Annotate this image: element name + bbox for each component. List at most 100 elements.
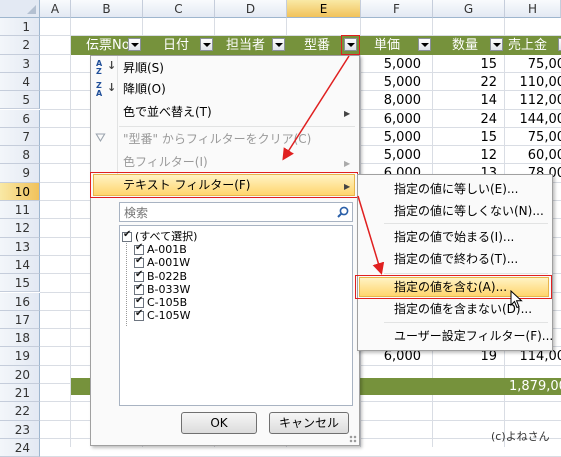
row-header[interactable]: 24 [0,438,40,457]
filter-value-label: B-033W [147,282,191,296]
row-header[interactable]: 9 [0,164,40,183]
filter-dropdown-tanka[interactable] [418,38,431,51]
cell-qty[interactable]: 12 [433,147,497,164]
active-filter-highlight [341,35,360,55]
cell-qty[interactable]: 22 [433,74,497,91]
checkbox[interactable] [134,282,144,295]
checkbox[interactable] [134,295,144,308]
row-header[interactable]: 8 [0,146,40,165]
row-header[interactable]: 4 [0,72,40,92]
sort-by-color-item[interactable]: 色で並べ替え(T) [123,102,212,122]
row-header[interactable]: 14 [0,255,40,275]
select-all-corner[interactable] [0,0,40,18]
sort-asc-icon: A Z ↓ [96,59,117,76]
row-header[interactable]: 23 [0,420,40,439]
row-header[interactable]: 5 [0,91,40,110]
row-header[interactable]: 18 [0,329,40,348]
row-header[interactable]: 1 [0,18,40,37]
cell-price[interactable]: 5,000 [361,56,421,73]
submenu-item[interactable]: 指定の値で終わる(T)... [394,249,518,269]
col-header-c[interactable]: C [143,0,215,18]
col-header-f[interactable]: F [361,0,433,18]
row-header[interactable]: 20 [0,365,40,384]
submenu-item[interactable]: 指定の値で始まる(I)... [394,227,514,247]
filter-dropdown-suryo[interactable] [490,38,503,51]
clear-filter-item[interactable]: "型番" からフィルターをクリア(C) [123,129,311,149]
color-filter-item[interactable]: 色フィルター(I) [123,152,208,172]
row-header[interactable]: 16 [0,292,40,311]
cell-qty[interactable]: 24 [433,111,497,128]
col-header-d[interactable]: D [215,0,287,18]
header-suryo: 数量 [452,38,479,53]
filter-value-label: (すべて選択) [135,230,198,243]
submenu-arrow-icon: ▶ [344,109,351,118]
clear-filter-icon: ⛛ [95,131,106,146]
header-date: 日付 [163,38,190,53]
cell-price[interactable]: 8,000 [361,92,421,109]
col-header-h[interactable]: H [505,0,561,18]
cell-price[interactable]: 6,000 [361,111,421,128]
checkbox[interactable] [134,269,144,282]
filter-dropdown-denpyo[interactable] [128,38,141,51]
mouse-cursor-icon [510,290,523,309]
cell-price[interactable]: 5,000 [361,129,421,146]
row-header[interactable]: 15 [0,274,40,293]
cell-qty[interactable]: 15 [433,56,497,73]
resize-grip-icon[interactable] [349,435,357,443]
total-value: 1,879,00 [509,379,561,394]
submenu-item[interactable]: 指定の値を含む(A)... [394,277,507,297]
submenu-item[interactable]: 指定の値に等しい(E)... [394,179,518,199]
row-header[interactable]: 2 [0,36,40,55]
search-input[interactable] [122,204,326,221]
checkbox[interactable] [122,229,132,242]
row-header[interactable]: 12 [0,219,40,238]
header-tanka: 単価 [374,38,401,53]
cell-sales[interactable]: 110,00 [505,74,561,91]
filter-dropdown-tanto[interactable] [272,38,285,51]
row-header[interactable]: 22 [0,402,40,421]
checkbox[interactable] [134,308,144,322]
cell-sales[interactable]: 112,00 [505,92,561,109]
row-header[interactable]: 10 [0,182,40,201]
cancel-button[interactable]: キャンセル [269,412,349,434]
row-header[interactable]: 6 [0,109,40,128]
cell-sales[interactable]: 75,00 [505,129,561,146]
header-denpyo: 伝票No [86,38,130,53]
row-header[interactable]: 7 [0,127,40,147]
cell-price[interactable]: 5,000 [361,74,421,91]
header-uriage: 売上金 [508,38,548,53]
col-header-g[interactable]: G [433,0,505,18]
cell-price[interactable]: 5,000 [361,147,421,164]
row-header[interactable]: 17 [0,310,40,330]
row-header[interactable]: 13 [0,237,40,256]
filter-value-label: C-105B [147,296,188,309]
filter-dropdown-date[interactable] [200,38,213,51]
row-header[interactable]: 3 [0,54,40,73]
filter-value-label: B-022B [147,269,188,283]
col-header-e[interactable]: E [287,0,361,18]
cell-sales[interactable]: 75,00 [505,56,561,73]
filter-value-label: A-001W [147,256,191,270]
text-filter-highlight [90,172,358,198]
filter-values-list[interactable]: (すべて選択)A-001BA-001WB-022BB-033WC-105BC-1… [119,225,353,406]
col-header-b[interactable]: B [71,0,143,18]
cell-qty[interactable]: 14 [433,92,497,109]
cell-qty[interactable]: 15 [433,129,497,146]
search-box[interactable] [119,202,353,222]
cell-sales[interactable]: 60,00 [505,147,561,164]
submenu-item[interactable]: ユーザー設定フィルター(F)... [394,326,553,346]
text-filter-submenu: 指定の値に等しい(E)... 指定の値に等しくない(N)... 指定の値で始まる(I… [355,174,553,351]
ok-button[interactable]: OK [181,412,257,434]
row-header[interactable]: 11 [0,201,40,220]
col-header-a[interactable]: A [40,0,71,18]
row-header[interactable]: 21 [0,384,40,403]
sort-ascending-item[interactable]: 昇順(S) [123,58,164,78]
sort-desc-icon: Z A ↓ [96,81,117,98]
checkbox[interactable] [134,255,144,269]
sort-descending-item[interactable]: 降順(O) [123,79,166,99]
checkbox[interactable] [134,242,144,256]
cell-sales[interactable]: 144,00 [505,111,561,128]
header-tanto: 担当者 [226,38,266,53]
submenu-item[interactable]: 指定の値に等しくない(N)... [394,201,544,221]
row-header[interactable]: 19 [0,347,40,366]
